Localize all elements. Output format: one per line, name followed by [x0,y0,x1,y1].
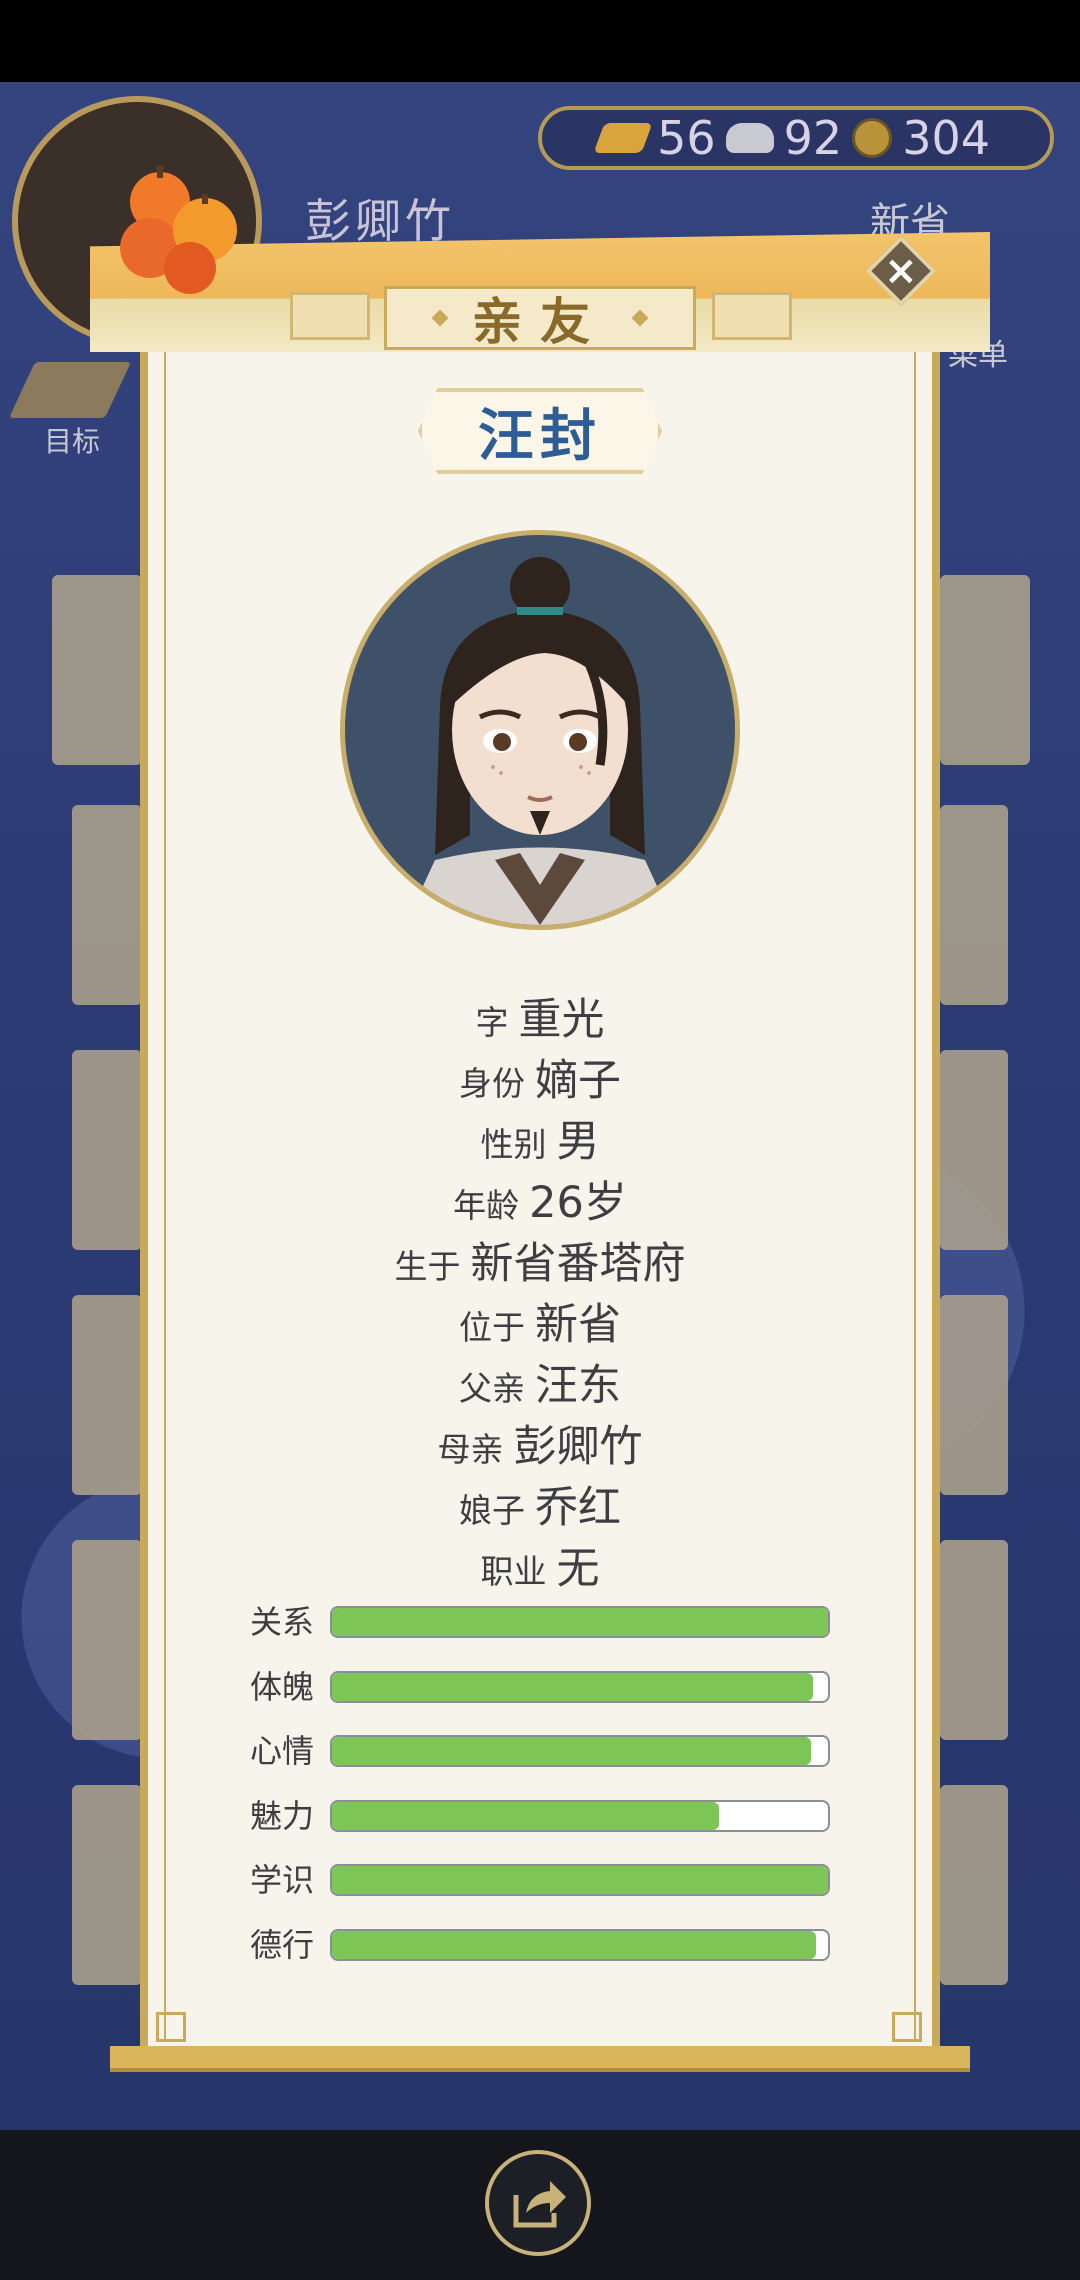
background-card [52,575,142,765]
stat-fill [332,1802,719,1830]
stat-row-charm: 魅力 [250,1796,830,1836]
header-ornament [290,292,370,340]
info-label: 母亲 [437,1430,504,1469]
person-name-banner: 汪封 [418,388,662,474]
gold-amount: 56 [657,111,716,165]
info-value: 男 [556,1117,600,1167]
stat-label: 魅力 [250,1797,315,1835]
currency-bar: 56 92 304 [538,106,1054,170]
info-row-mother: 母亲 彭卿竹 [140,1412,940,1474]
background-card [940,1785,1008,1985]
stat-fill [332,1608,828,1636]
stat-row-relationship: 关系 [250,1602,830,1642]
share-icon [513,2181,566,2228]
person-portrait [340,530,740,930]
info-value: 新省番塔府 [470,1239,686,1289]
gold-ingot-icon [593,123,653,153]
stat-fill [332,1673,814,1701]
stat-label: 关系 [250,1603,315,1641]
close-icon: × [884,247,918,294]
corner-ornament [892,2012,922,2042]
dialog-footer-rod [110,2046,970,2072]
stat-bar [330,1800,830,1832]
ornament-diamond [431,309,449,327]
copper-coin-icon [852,118,893,158]
stat-row-mood: 心情 [250,1731,830,1771]
info-row-location: 位于 新省 [140,1290,940,1352]
stat-row-virtue: 德行 [250,1925,830,1965]
silver-amount: 92 [783,111,843,165]
info-row-wife: 娘子 乔红 [140,1473,940,1535]
info-label: 生于 [394,1247,461,1286]
stat-label: 学识 [250,1861,315,1899]
info-label: 性别 [480,1125,547,1164]
background-card [72,1295,142,1495]
corner-ornament [156,2012,186,2042]
background-card [940,1295,1008,1495]
stat-bar [330,1929,830,1961]
dialog-title-plaque: 亲友 [384,286,696,351]
stat-bar [330,1606,830,1638]
person-name: 汪封 [478,403,602,469]
background-card [72,805,142,1005]
stat-fill [332,1931,816,1959]
info-value: 汪东 [535,1361,621,1411]
background-card [940,575,1030,765]
stat-fill [332,1737,811,1765]
share-button[interactable] [485,2150,591,2256]
info-value: 重光 [518,995,605,1045]
background-card [940,1050,1008,1250]
stat-row-physique: 体魄 [250,1667,830,1707]
background-card [940,805,1008,1005]
info-label: 位于 [459,1308,525,1347]
background-card [72,1785,142,1985]
info-label: 年龄 [453,1186,520,1225]
silver-ingot-icon [725,123,774,153]
info-label: 娘子 [459,1491,525,1530]
stat-label: 德行 [250,1926,315,1964]
stat-label: 体魄 [250,1668,315,1706]
background-card [72,1050,142,1250]
info-label: 身份 [459,1064,525,1103]
header-ornament [712,292,792,340]
info-label: 职业 [480,1552,547,1591]
info-row-courtesy-name: 字重光 [140,985,940,1047]
info-row-father: 父亲 汪东 [140,1351,940,1413]
info-row-age: 年龄 26岁 [140,1168,940,1230]
info-value: 新省 [535,1300,621,1350]
background-card [72,1540,142,1740]
stat-bar [330,1671,830,1703]
dialog-title: 亲友 [472,293,608,351]
stat-fill [332,1866,828,1894]
info-value: 嫡子 [535,1056,621,1106]
oranges-icon [120,166,237,294]
portrait-illustration [405,557,675,925]
info-row-birthplace: 生于 新省番塔府 [140,1229,940,1291]
info-row-status: 身份 嫡子 [140,1046,940,1108]
info-value: 乔红 [535,1483,621,1533]
status-bar [0,0,1080,82]
stat-bar [330,1735,830,1767]
info-label: 父亲 [459,1369,525,1408]
info-row-gender: 性别男 [140,1107,940,1169]
copper-amount: 304 [902,111,990,165]
stat-row-knowledge: 学识 [250,1860,830,1900]
info-value: 26岁 [529,1178,627,1228]
info-row-occupation: 职业无 [140,1534,940,1596]
info-label: 字 [475,1003,509,1042]
ornament-diamond [631,309,649,327]
goals-button[interactable]: 目标 [44,420,100,460]
stat-label: 心情 [250,1732,315,1770]
info-value: 无 [556,1544,600,1594]
info-value: 彭卿竹 [513,1422,643,1472]
background-card [940,1540,1008,1740]
stat-bar [330,1864,830,1896]
